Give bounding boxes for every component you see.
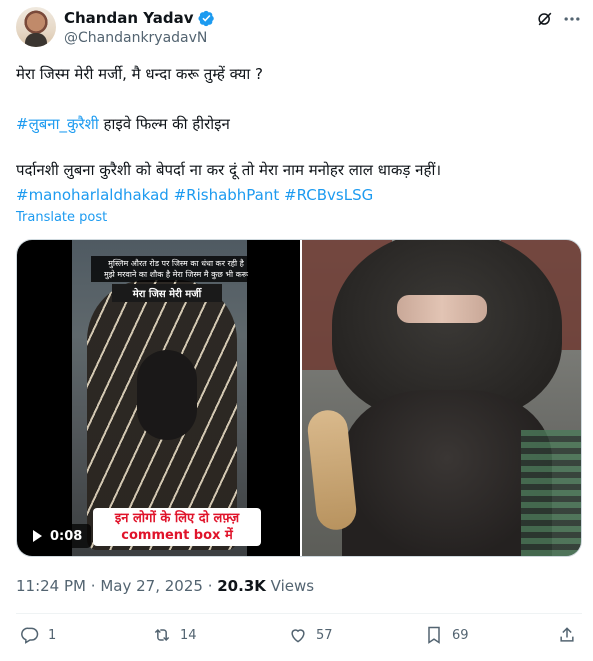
share-icon — [560, 627, 574, 642]
video-caption-bold: मेरा जिस मेरी मर्जी — [112, 284, 222, 302]
verified-badge-icon — [197, 10, 214, 26]
avatar[interactable] — [16, 7, 56, 47]
repost-button[interactable]: 14 — [152, 625, 197, 645]
repost-count: 14 — [180, 627, 197, 643]
like-button[interactable]: 57 — [288, 625, 333, 645]
video-duration: 0:08 — [50, 528, 83, 544]
share-button[interactable] — [557, 625, 577, 645]
meta-separator: · — [90, 577, 96, 595]
post-hashtags: #manoharlaldhakad #RishabhPant #RCBvsLSG — [16, 185, 373, 205]
video-caption-bottom: इन लोगों के लिए दो लफ़्ज़ comment box मे… — [93, 508, 261, 546]
bookmark-count: 69 — [452, 627, 469, 643]
post-text-line-3: पर्दानशी लुबना कुरैशी को बेपर्दा ना कर द… — [16, 161, 442, 179]
video-caption-top-line-1: मुस्लिम औरत रोड पर जिस्म का धंधा कर रही … — [108, 259, 244, 268]
more-options-icon[interactable] — [562, 9, 582, 29]
photo-subject-eyes — [397, 295, 487, 323]
bookmark-icon — [428, 626, 440, 644]
views-label: Views — [270, 577, 315, 595]
post-text-line-1: मेरा जिस्म मेरी मर्जी, मै धन्दा करू तुम्… — [16, 65, 263, 83]
grok-icon[interactable] — [535, 9, 555, 29]
reply-icon — [21, 627, 39, 644]
video-thumbnail[interactable]: मुस्लिम औरत रोड पर जिस्म का धंधा कर रही … — [17, 240, 300, 556]
reply-button[interactable]: 1 — [20, 625, 56, 645]
repost-icon — [154, 628, 170, 642]
hashtag-link[interactable]: #RCBvsLSG — [284, 186, 373, 204]
views-count: 20.3K — [217, 577, 266, 595]
like-count: 57 — [316, 627, 333, 643]
post-time[interactable]: 11:24 PM — [16, 577, 86, 595]
hashtag-link[interactable]: #manoharlaldhakad — [16, 186, 169, 204]
hashtag-link[interactable]: #लुबना_कुरैशी — [16, 115, 99, 133]
heart-icon — [291, 629, 305, 643]
author-name-row: Chandan Yadav — [64, 9, 215, 27]
translate-post-link[interactable]: Translate post — [16, 210, 107, 225]
bookmark-button[interactable]: 69 — [424, 625, 469, 645]
video-caption-bottom-line-1: इन लोगों के लिए दो लफ़्ज़ — [114, 511, 240, 526]
author-handle[interactable]: @ChandankryadavN — [64, 30, 207, 46]
action-bar: 1 14 57 69 — [16, 625, 582, 649]
photo-background-shelf — [521, 430, 581, 556]
video-caption-top-line-2: मुझे मरवाने का शौक है मेरा जिस्म मै कुछ … — [103, 270, 249, 279]
video-caption-bottom-line-2: comment box में — [121, 528, 233, 543]
post-date[interactable]: May 27, 2025 — [100, 577, 203, 595]
author-name[interactable]: Chandan Yadav — [64, 9, 194, 27]
post-meta: 11:24 PM · May 27, 2025 · 20.3K Views — [16, 577, 314, 595]
divider — [16, 613, 582, 614]
post-text-line-2-rest: हाइवे फिल्म की हीरोइन — [98, 115, 230, 133]
play-button[interactable]: 0:08 — [25, 524, 92, 548]
video-caption-top: मुस्लिम औरत रोड पर जिस्म का धंधा कर रही … — [91, 256, 261, 282]
post-card: Chandan Yadav @ChandankryadavN मेरा जिस्… — [0, 0, 593, 661]
play-icon — [33, 530, 42, 542]
hashtag-link[interactable]: #RishabhPant — [174, 186, 280, 204]
reply-count: 1 — [48, 627, 57, 643]
photo-thumbnail[interactable] — [302, 240, 581, 556]
media-grid: मुस्लिम औरत रोड पर जिस्म का धंधा कर रही … — [16, 239, 582, 557]
video-subject-veil — [137, 350, 197, 440]
post-text-line-2: #लुबना_कुरैशी हाइवे फिल्म की हीरोइन — [16, 114, 230, 134]
meta-separator: · — [207, 577, 213, 595]
